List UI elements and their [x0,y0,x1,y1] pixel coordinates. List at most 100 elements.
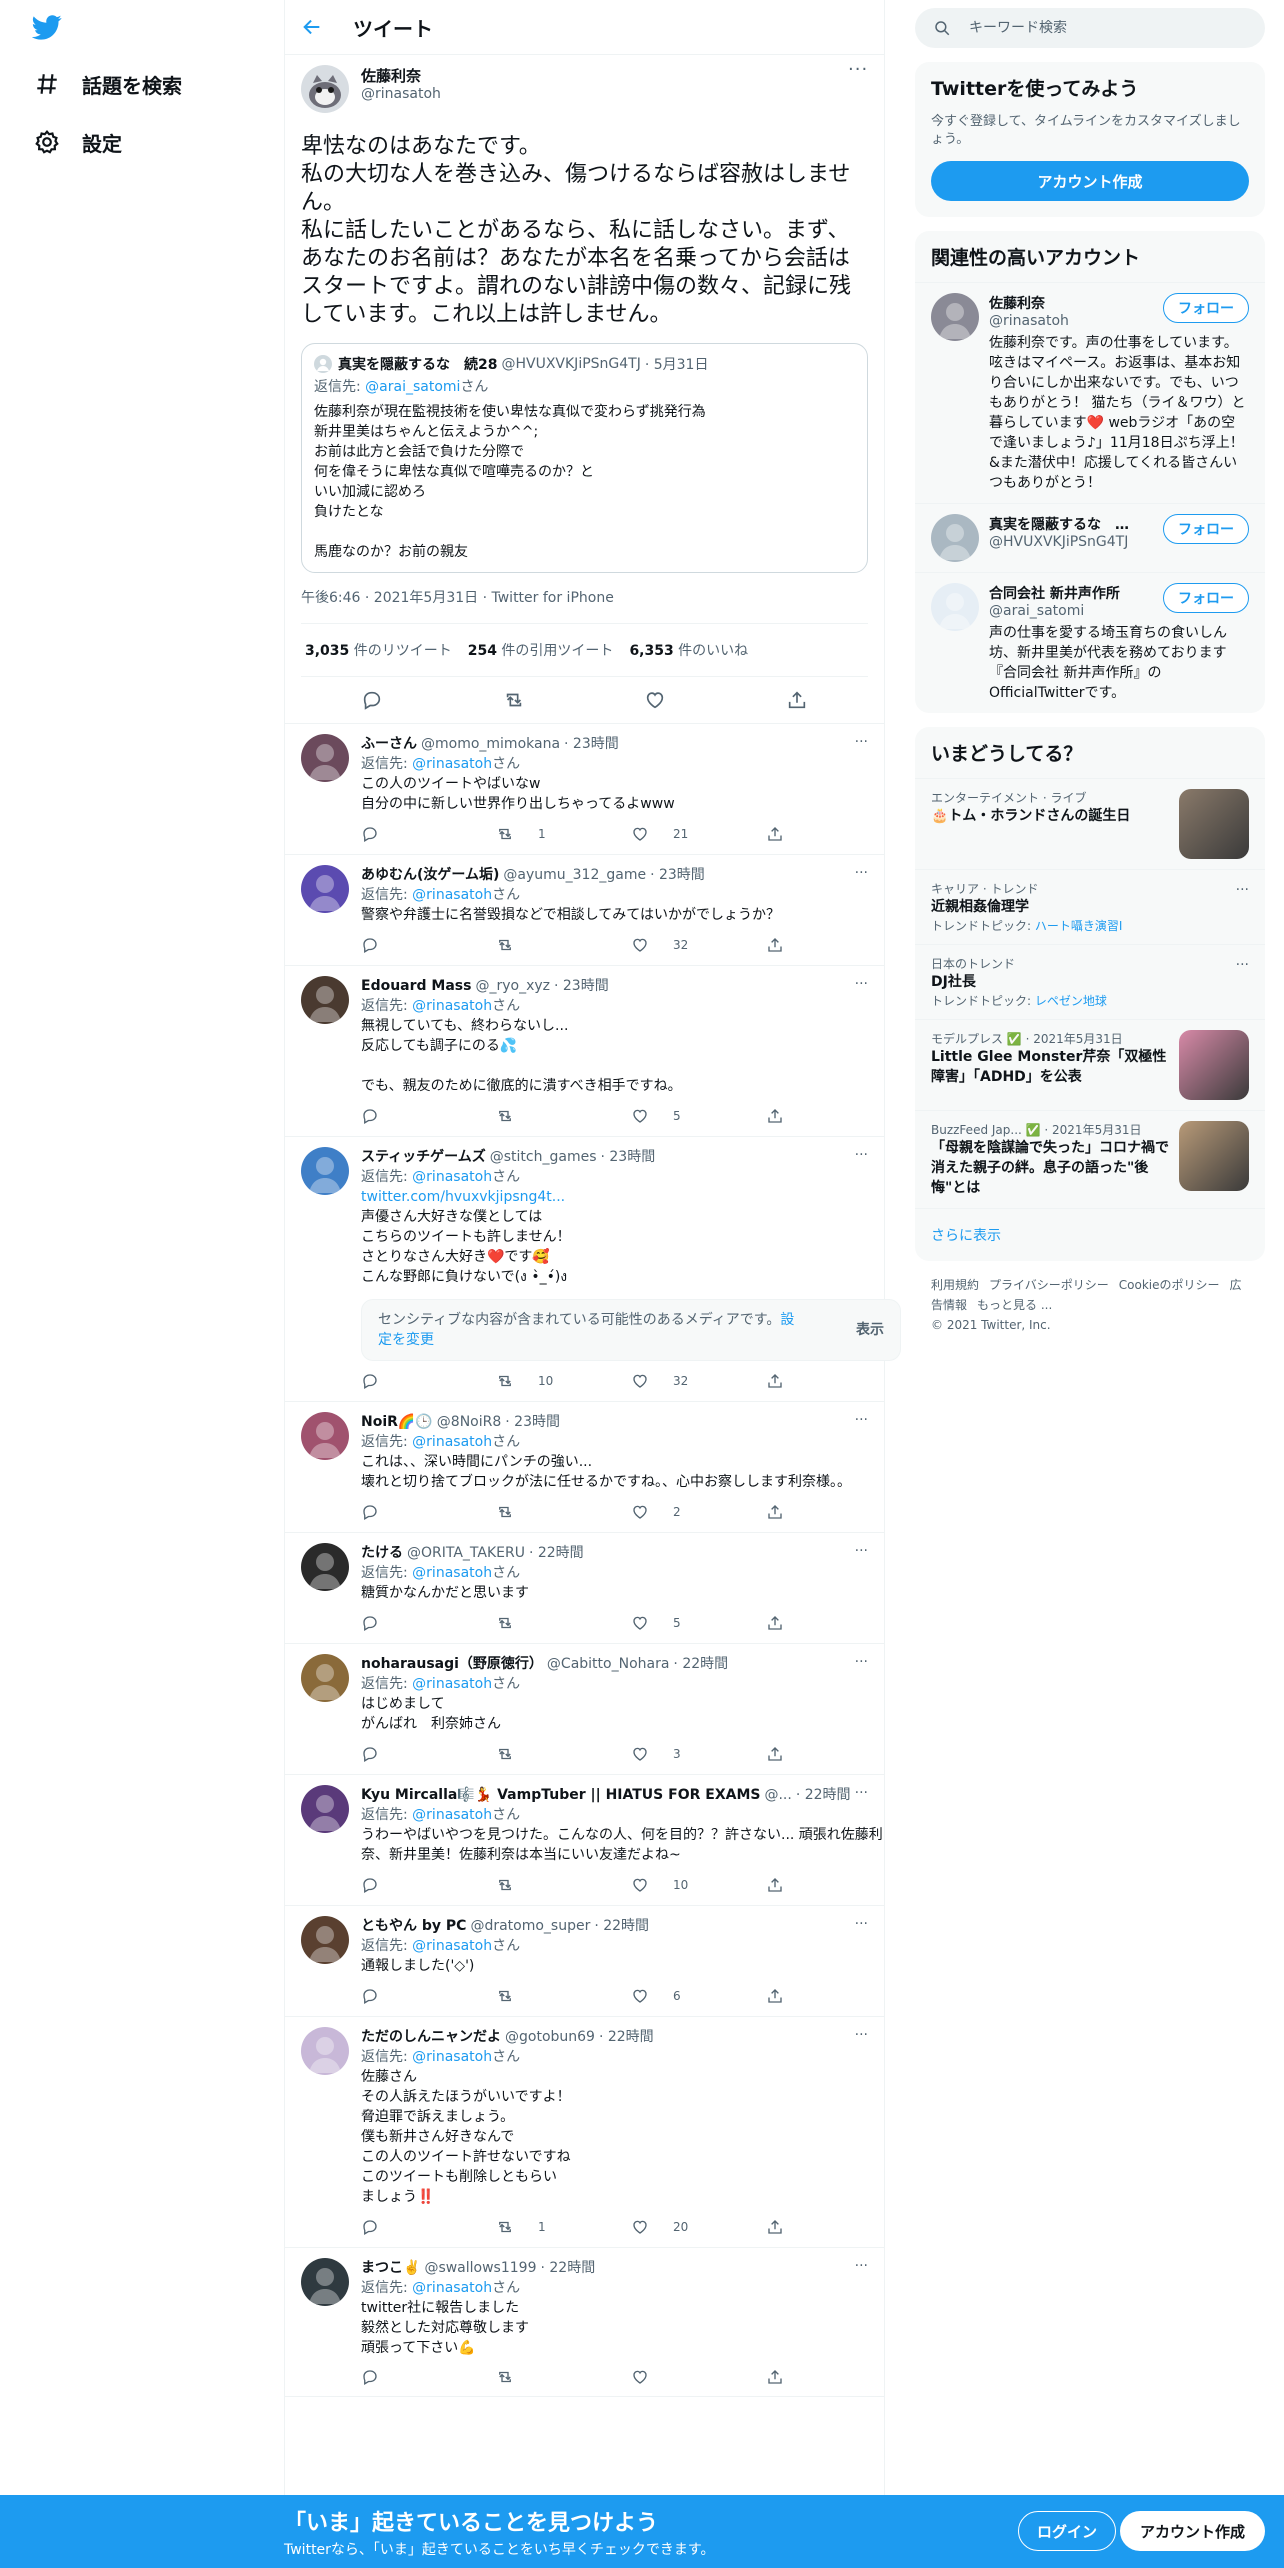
reply-author-handle[interactable]: @ORITA_TAKERU [407,1543,525,1563]
banner-signup-button[interactable]: アカウント作成 [1120,2511,1266,2551]
trend-item[interactable]: キャリア · トレンド 近親相姦倫理学 トレンドトピック: ハート囁き演習I ··· [915,869,1265,944]
trend-topic-link[interactable]: レペゼン地球 [1035,994,1107,1008]
quote-count[interactable]: 254 件の引用ツイート [468,640,614,660]
more-options-icon[interactable]: ··· [855,2027,868,2043]
share-action[interactable] [766,1502,901,1522]
retweet-action[interactable] [496,1502,631,1522]
retweet-action[interactable] [496,1106,631,1126]
reply-time[interactable]: · 23時間 [554,976,609,996]
show-media-button[interactable]: 表示 [856,1320,884,1340]
reply-action[interactable] [361,935,496,955]
reply-author-handle[interactable]: @Cabitto_Nohara [547,1654,670,1674]
avatar[interactable] [301,734,349,782]
related-account[interactable]: 真実を隠蔽するな 続28 @HVUXVKJiPSnG4TJ フォロー [915,503,1265,572]
retweet-action[interactable] [496,2368,631,2386]
login-button[interactable]: ログイン [1018,2511,1117,2551]
retweet-icon[interactable] [503,689,525,711]
reply-to-link[interactable]: @rinasatoh [412,1565,492,1581]
avatar[interactable] [301,1785,349,1833]
share-action[interactable] [766,1371,901,1391]
back-arrow-icon[interactable] [301,16,323,38]
reply-time[interactable]: · 22時間 [529,1543,584,1563]
nav-item-settings[interactable]: 設定 [34,120,122,164]
account-name[interactable]: 真実を隠蔽するな 続28 [989,514,1139,534]
reply-action[interactable] [361,2368,496,2386]
reply-author-name[interactable]: noharausagi（野原徳行） [361,1654,543,1674]
avatar[interactable] [301,2027,349,2075]
reply-time[interactable]: · 22時間 [796,1785,851,1805]
avatar[interactable] [301,65,349,113]
trend-item[interactable]: エンターテイメント · ライブ 🎂トム・ホランドさんの誕生日 [915,778,1265,869]
retweet-action[interactable]: 1 [496,2217,631,2237]
avatar[interactable] [301,1412,349,1460]
reply-action[interactable] [361,824,496,844]
reply-action[interactable] [361,1502,496,1522]
reply-to-link[interactable]: @rinasatoh [412,887,492,903]
reply-author-handle[interactable]: @_ryo_xyz [475,976,550,996]
reply-author-name[interactable]: ただのしんニャンだよ [361,2027,501,2047]
like-action[interactable]: 2 [631,1502,766,1522]
avatar[interactable] [931,583,979,631]
avatar[interactable] [931,293,979,341]
retweet-action[interactable]: 1 [496,824,631,844]
avatar[interactable] [301,1654,349,1702]
like-action[interactable]: 5 [631,1613,766,1633]
reply-author-name[interactable]: NoiR🌈🕒 [361,1412,433,1432]
more-options-icon[interactable]: ··· [1236,882,1249,898]
more-options-icon[interactable]: ··· [855,734,868,750]
reply-action[interactable] [361,1371,496,1391]
more-options-icon[interactable]: ··· [855,976,868,992]
reply-tweet[interactable]: たける @ORITA_TAKERU · 22時間 返信先: @rinasatohさん糖… [285,1533,884,1644]
tweet-timestamp[interactable]: 午後6:46 · 2021年5月31日 · Twitter for iPhone [301,587,868,624]
avatar[interactable] [301,976,349,1024]
related-account[interactable]: 合同会社 新井声作所 @arai_satomi フォロー 声の仕事を愛する埼玉育ちの食… [915,572,1265,713]
share-action[interactable] [766,1613,901,1633]
share-icon[interactable] [786,689,808,711]
share-action[interactable] [766,2217,901,2237]
reply-link[interactable]: twitter.com/hvuxvkjipsng4t... [361,1187,901,1207]
reply-to-link[interactable]: @rinasatoh [412,756,492,772]
like-action[interactable]: 20 [631,2217,766,2237]
reply-action[interactable] [361,1613,496,1633]
reply-to-link[interactable]: @rinasatoh [412,1434,492,1450]
footer-link[interactable]: 利用規約 [931,1278,979,1292]
reply-to-link[interactable]: @arai_satomi [365,379,460,395]
reply-author-name[interactable]: あゆむん(汝ゲーム垢) [361,865,499,885]
like-action[interactable]: 5 [631,1106,766,1126]
reply-to-link[interactable]: @rinasatoh [412,1938,492,1954]
reply-tweet[interactable]: Edouard Mass @_ryo_xyz · 23時間 返信先: @rinasat… [285,966,884,1137]
twitter-logo-icon[interactable] [32,12,62,42]
reply-author-handle[interactable]: @gotobun69 [505,2027,595,2047]
share-action[interactable] [766,1875,901,1895]
more-options-icon[interactable]: ··· [855,2258,868,2274]
account-handle[interactable]: @rinasatoh [989,313,1069,329]
reply-tweet[interactable]: まつこ✌️ @swallows1199 · 22時間 返信先: @rinasatohさ… [285,2248,884,2397]
reply-icon[interactable] [361,689,383,711]
trend-topic-link[interactable]: ハート囁き演習I [1035,919,1123,933]
reply-time[interactable]: · 22時間 [673,1654,728,1674]
share-action[interactable] [766,1986,901,2006]
share-action[interactable] [766,824,901,844]
footer-link[interactable]: Cookieのポリシー [1119,1278,1220,1292]
more-options-icon[interactable]: ··· [855,865,868,881]
reply-author-name[interactable]: たける [361,1543,403,1563]
search-input[interactable] [969,20,1219,36]
account-name[interactable]: 合同会社 新井声作所 [989,583,1120,603]
like-action[interactable]: 10 [631,1875,766,1895]
avatar[interactable] [301,865,349,913]
reply-author-handle[interactable]: @... [764,1785,791,1805]
reply-time[interactable]: · 23時間 [650,865,705,885]
reply-author-handle[interactable]: @dratomo_super [470,1916,590,1936]
author-name[interactable]: 佐藤利奈 [361,65,848,86]
trend-item[interactable]: 日本のトレンド DJ社長 トレンドトピック: レペゼン地球 ··· [915,944,1265,1019]
reply-author-handle[interactable]: @momo_mimokana [421,734,560,754]
follow-button[interactable]: フォロー [1163,293,1249,323]
account-name[interactable]: 佐藤利奈 [989,293,1069,313]
reply-author-handle[interactable]: @stitch_games [490,1147,597,1167]
reply-to-link[interactable]: @rinasatoh [412,1169,492,1185]
more-options-icon[interactable]: ··· [855,1916,868,1932]
reply-to-link[interactable]: @rinasatoh [412,1676,492,1692]
reply-time[interactable]: · 22時間 [540,2258,595,2278]
reply-tweet[interactable]: ふーさん @momo_mimokana · 23時間 返信先: @rinasatohさ… [285,724,884,855]
avatar[interactable] [301,1147,349,1195]
